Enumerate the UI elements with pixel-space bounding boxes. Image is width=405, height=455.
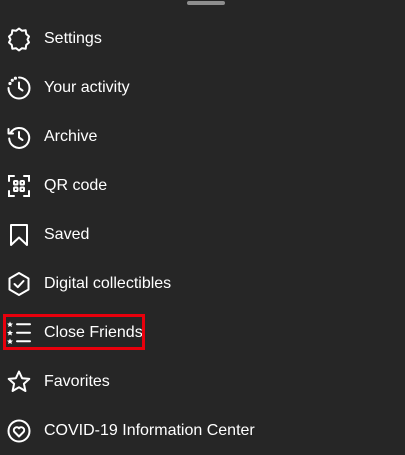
menu-item-label: Close Friends	[44, 323, 143, 341]
bookmark-icon	[6, 222, 32, 248]
menu-item-covid-19-information-center[interactable]: COVID-19 Information Center	[0, 406, 405, 455]
menu-item-label: Saved	[44, 225, 90, 243]
menu-item-label: Favorites	[44, 372, 110, 390]
close-friends-list-icon	[6, 320, 32, 346]
menu-item-digital-collectibles[interactable]: Digital collectibles	[0, 259, 405, 308]
menu-item-label: Your activity	[44, 78, 130, 96]
sheet-drag-handle[interactable]	[187, 1, 225, 5]
settings-gear-icon	[6, 26, 32, 52]
menu-item-archive[interactable]: Archive	[0, 112, 405, 161]
verified-badge-icon	[6, 271, 32, 297]
qr-code-icon	[6, 173, 32, 199]
activity-clock-icon	[6, 75, 32, 101]
menu-item-saved[interactable]: Saved	[0, 210, 405, 259]
menu-item-favorites[interactable]: Favorites	[0, 357, 405, 406]
menu-item-label: Digital collectibles	[44, 274, 172, 292]
menu-item-qr-code[interactable]: QR code	[0, 161, 405, 210]
menu-item-label: Archive	[44, 127, 98, 145]
menu-item-label: COVID-19 Information Center	[44, 421, 255, 439]
star-icon	[6, 369, 32, 395]
menu-item-label: Settings	[44, 29, 102, 47]
menu-item-settings[interactable]: Settings	[0, 14, 405, 63]
more-menu: Settings Your activity Archive QR code S…	[0, 14, 405, 455]
archive-history-icon	[6, 124, 32, 150]
menu-item-label: QR code	[44, 176, 108, 194]
menu-item-close-friends[interactable]: Close Friends	[0, 308, 405, 357]
menu-item-your-activity[interactable]: Your activity	[0, 63, 405, 112]
covid-heart-icon	[6, 418, 32, 444]
